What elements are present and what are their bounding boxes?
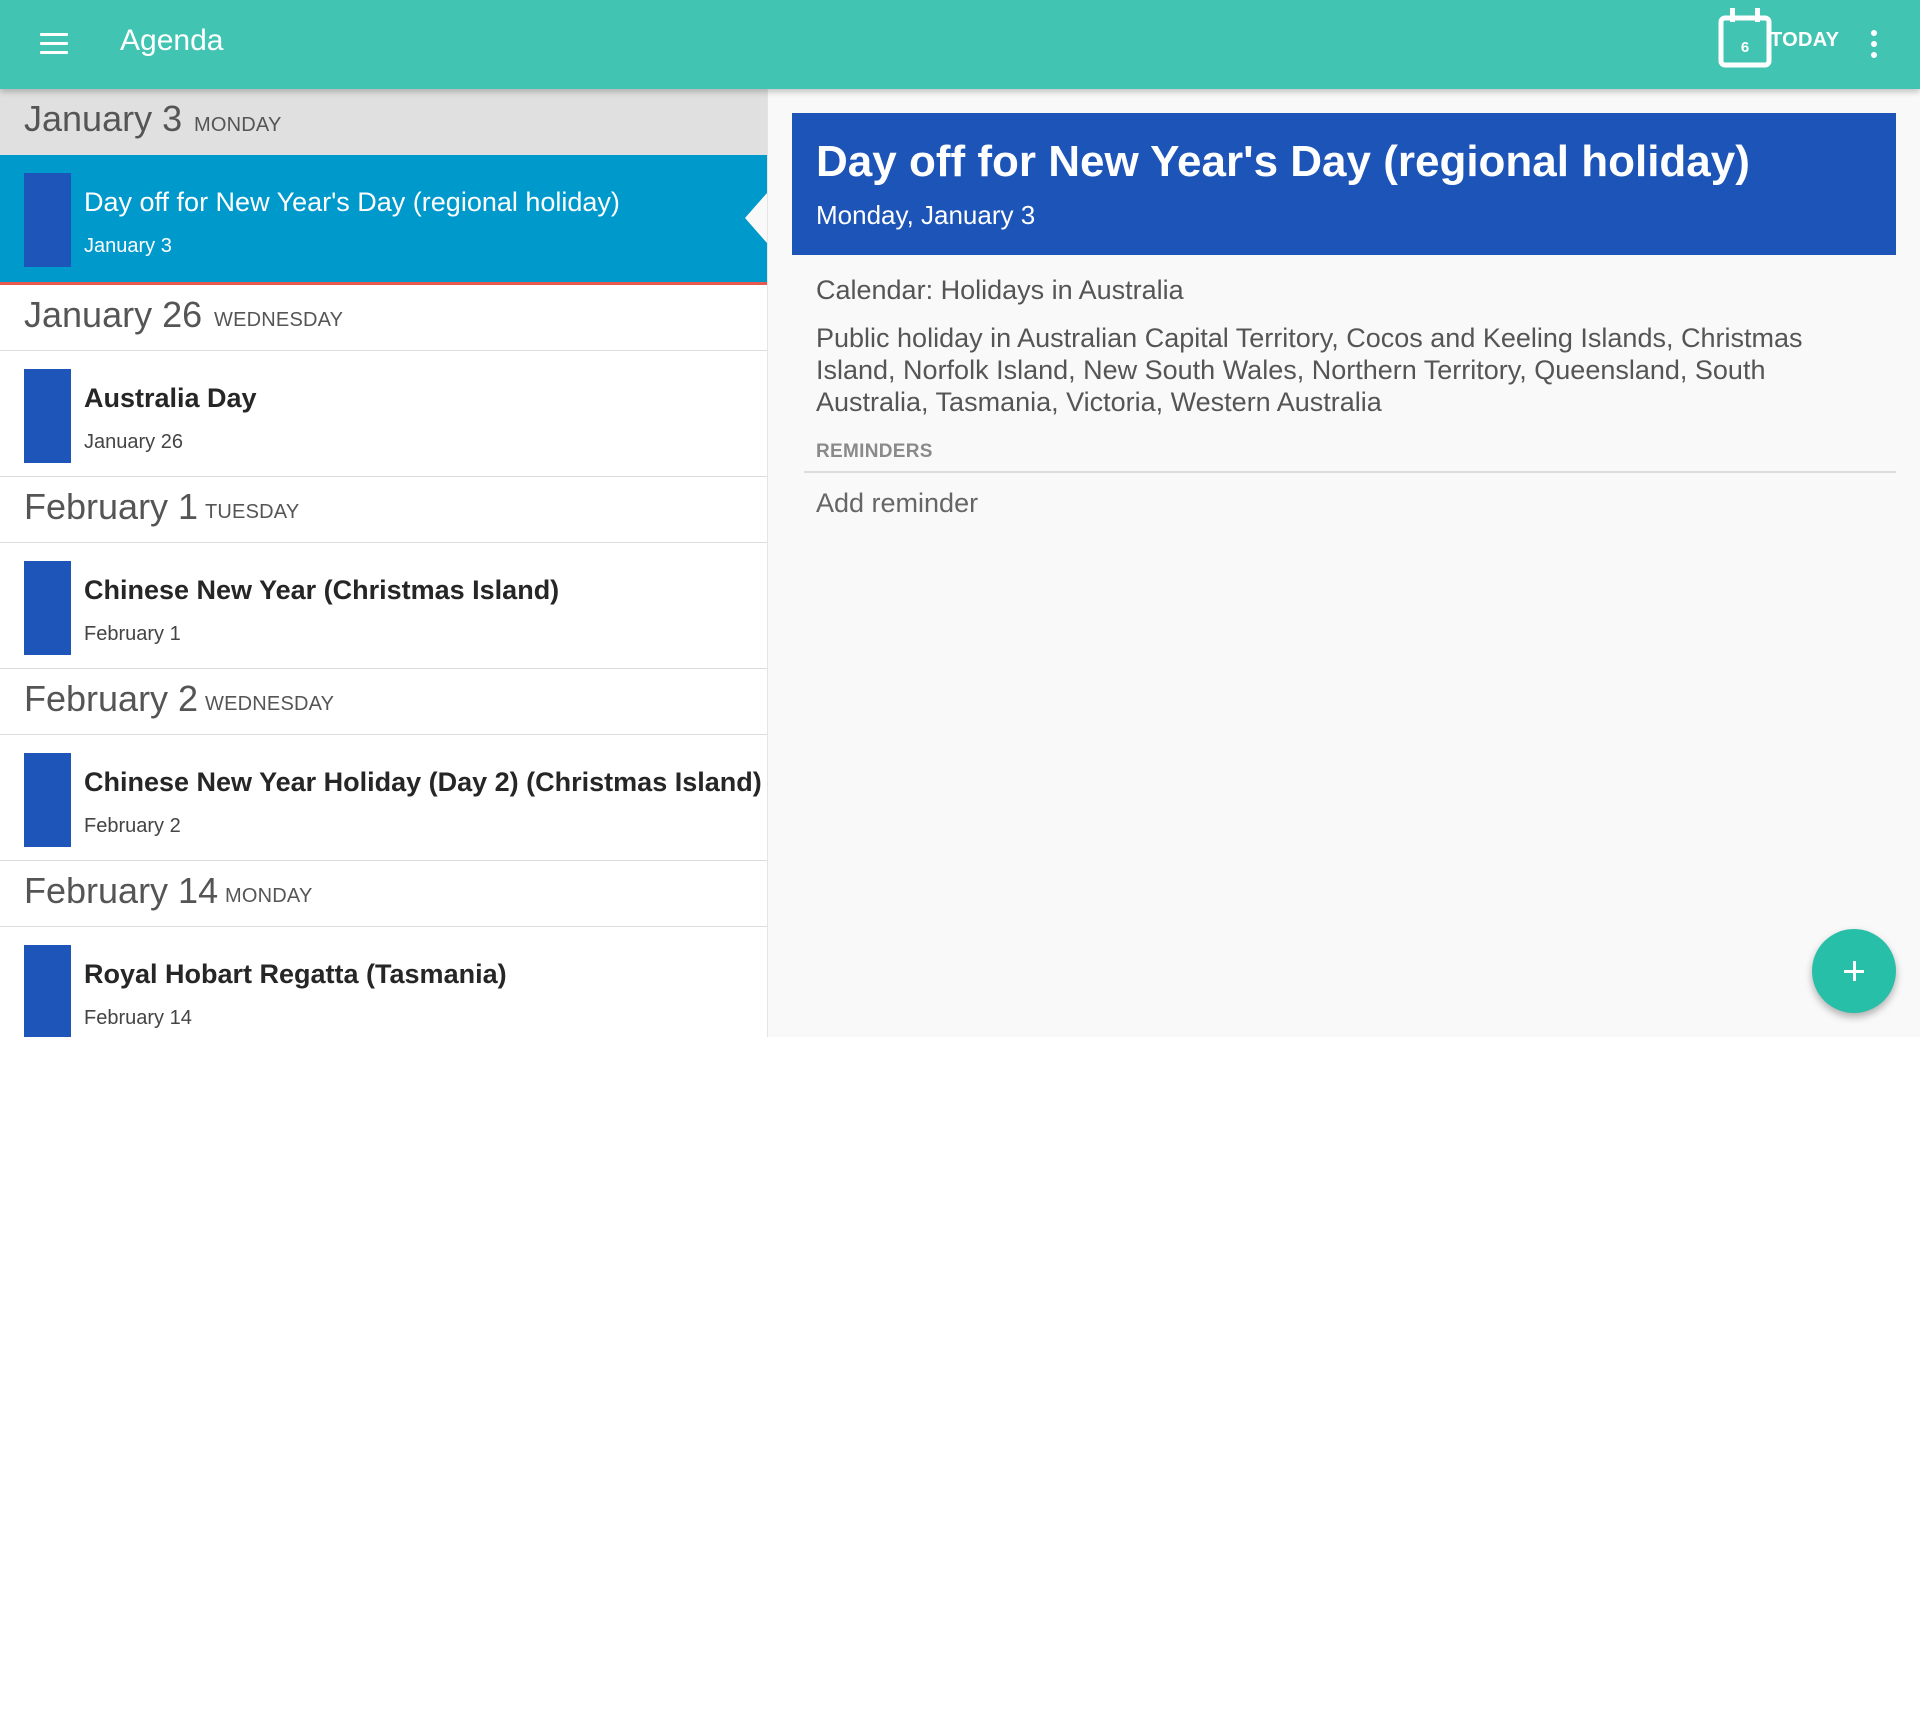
date-header-weekday: TUESDAY xyxy=(205,501,300,523)
event-description: Public holiday in Australian Capital Ter… xyxy=(816,323,1803,417)
today-button[interactable]: TODAY xyxy=(1770,29,1839,52)
event-color-bar xyxy=(24,173,71,267)
date-header: January 26 WEDNESDAY xyxy=(0,285,767,351)
event-color-bar xyxy=(24,561,71,655)
date-header-day: February 14 xyxy=(24,870,219,911)
event-title: Royal Hobart Regatta (Tasmania) xyxy=(84,959,507,989)
date-header-weekday: WEDNESDAY xyxy=(214,309,344,331)
event-title: Australia Day xyxy=(84,383,257,413)
date-header: February 14 MONDAY xyxy=(0,861,767,927)
today-day-number: 6 xyxy=(1740,39,1750,56)
event-date: January 26 xyxy=(84,431,183,453)
event-color-bar xyxy=(24,369,71,463)
date-header-weekday: MONDAY xyxy=(225,885,313,907)
event-row-australia-day[interactable]: Australia Day January 26 xyxy=(0,351,767,477)
add-reminder-button[interactable]: Add reminder xyxy=(816,488,978,519)
event-row-day-off-new-years[interactable]: Day off for New Year's Day (regional hol… xyxy=(0,155,767,285)
event-detail-header: Day off for New Year's Day (regional hol… xyxy=(792,113,1896,255)
event-row-chinese-new-year[interactable]: Chinese New Year (Christmas Island) Febr… xyxy=(0,543,767,669)
more-vert-icon[interactable] xyxy=(1860,26,1888,62)
agenda-list[interactable]: January 3 MONDAY Day off for New Year's … xyxy=(0,89,768,1037)
event-date: January 3 xyxy=(84,235,172,257)
event-row-chinese-new-year-day-2[interactable]: Chinese New Year Holiday (Day 2) (Christ… xyxy=(0,735,767,861)
date-header: February 2 WEDNESDAY xyxy=(0,669,767,735)
event-title: Chinese New Year (Christmas Island) xyxy=(84,575,560,605)
event-detail-title: Day off for New Year's Day (regional hol… xyxy=(816,137,1750,186)
event-color-bar xyxy=(24,753,71,847)
date-header-weekday: MONDAY xyxy=(194,114,282,136)
agenda-app: Agenda 6 TODAY January 3 MONDAY Day off … xyxy=(0,0,1920,1037)
event-date: February 1 xyxy=(84,623,181,645)
date-header: January 3 MONDAY xyxy=(0,89,767,155)
date-header-day: January 26 xyxy=(24,294,203,335)
event-detail-panel: Day off for New Year's Day (regional hol… xyxy=(768,89,1920,1037)
event-color-bar xyxy=(24,945,71,1037)
date-header: February 1 TUESDAY xyxy=(0,477,767,543)
reminders-section-label: REMINDERS xyxy=(816,441,933,462)
date-header-weekday: WEDNESDAY xyxy=(205,693,335,715)
date-header-day: January 3 xyxy=(24,98,183,139)
add-event-fab[interactable] xyxy=(1812,929,1896,1013)
date-header-day: February 1 xyxy=(24,486,199,527)
selection-indicator xyxy=(745,193,767,243)
event-row-royal-hobart-regatta[interactable]: Royal Hobart Regatta (Tasmania) February… xyxy=(0,927,767,1037)
app-bar: Agenda 6 TODAY xyxy=(0,0,1920,89)
event-date: February 14 xyxy=(84,1007,192,1029)
calendar-today-icon[interactable]: 6 xyxy=(1717,7,1773,69)
menu-icon[interactable] xyxy=(36,26,72,62)
date-header-day: February 2 xyxy=(24,678,199,719)
event-date: February 2 xyxy=(84,815,181,837)
app-title: Agenda xyxy=(120,24,224,57)
reminders-divider xyxy=(804,471,1896,473)
event-title: Day off for New Year's Day (regional hol… xyxy=(84,187,620,217)
event-title: Chinese New Year Holiday (Day 2) (Christ… xyxy=(84,767,762,797)
event-detail-date: Monday, January 3 xyxy=(816,200,1036,230)
event-calendar-name: Calendar: Holidays in Australia xyxy=(816,275,1184,305)
